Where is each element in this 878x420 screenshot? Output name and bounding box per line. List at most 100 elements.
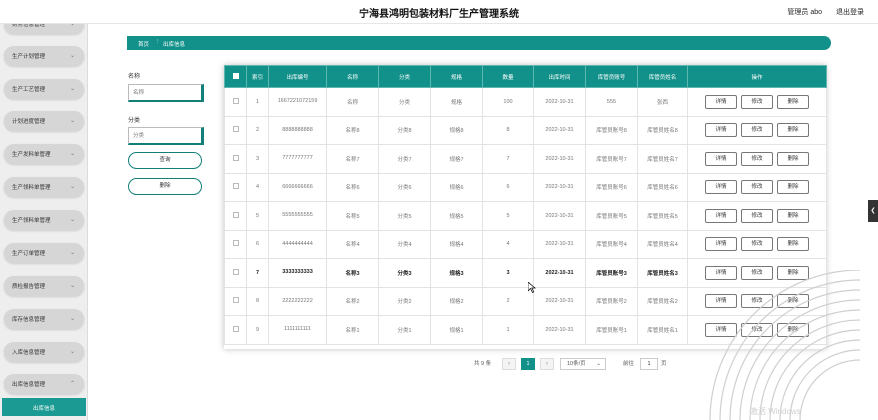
edit-button[interactable]: 修改 <box>741 208 773 223</box>
edit-button[interactable]: 修改 <box>741 237 773 252</box>
detail-button[interactable]: 详情 <box>705 94 737 109</box>
row-checkbox[interactable] <box>232 183 239 190</box>
chevron-up-icon: ⌃ <box>69 381 75 387</box>
row-checkbox[interactable] <box>232 325 239 332</box>
row-select-cell[interactable] <box>224 87 247 117</box>
column-header: 索引 <box>246 65 269 88</box>
goto-suffix: 页 <box>661 361 667 367</box>
detail-button[interactable]: 详情 <box>705 237 737 252</box>
row-select-cell[interactable] <box>224 229 247 259</box>
detail-button[interactable]: 详情 <box>705 180 737 195</box>
sidebar-item[interactable]: 生产工艺管理 ⌄ <box>4 79 84 99</box>
column-header: 库管员姓名 <box>637 65 688 88</box>
row-select-cell[interactable] <box>224 201 247 231</box>
delete-button[interactable]: 删除 <box>777 151 809 166</box>
table-cell: 2022-10-31 <box>533 201 586 231</box>
sidebar-subitem-outbound-info[interactable]: 出库信息 <box>2 398 86 416</box>
table-cell: 1 <box>482 315 534 345</box>
table-cell: 库管员账号6 <box>585 172 638 202</box>
column-header: 规格 <box>430 65 483 88</box>
table-cell: 分类5 <box>378 201 431 231</box>
pagination-next-button[interactable]: › <box>540 358 554 370</box>
table-cell: 2022-10-31 <box>533 172 586 202</box>
table-cell: 1 <box>246 87 269 117</box>
sidebar-item[interactable]: 生产领料单管理 ⌄ <box>4 177 84 197</box>
table-cell: 1667221072159 <box>268 87 327 117</box>
table-cell: 5555555555 <box>268 201 327 231</box>
sidebar: 出库信息管理 ⌃ 入库信息管理 ⌄ 库存信息管理 ⌄ 质检报告管理 ⌄ 生产订单管理 ⌄ 生产领料单… <box>0 24 88 420</box>
side-panel-toggle-icon[interactable]: ❮ <box>868 200 878 222</box>
delete-button[interactable]: 删除 <box>777 123 809 138</box>
row-select-cell[interactable] <box>224 115 247 145</box>
pagination-total: 共 9 条 <box>474 361 492 367</box>
breadcrumb-home[interactable]: 首页 <box>138 40 149 48</box>
table-cell: 2022-10-31 <box>533 87 586 117</box>
user-label: 管理员 abo <box>787 9 822 16</box>
sidebar-item[interactable]: 生产订单管理 ⌄ <box>4 243 84 263</box>
row-checkbox[interactable] <box>232 297 239 304</box>
type-filter-input[interactable] <box>128 127 204 145</box>
table-cell: 7777777777 <box>268 144 327 174</box>
mouse-cursor-icon <box>528 282 536 293</box>
table-row: 2 8888888888 名称8 分类8 规格8 8 2022-10-31 库管员账号8 库管员… <box>224 115 827 145</box>
edit-button[interactable]: 修改 <box>741 151 773 166</box>
column-header: 数量 <box>482 65 534 88</box>
chevron-down-icon: ⌄ <box>69 316 75 322</box>
delete-button[interactable]: 删除 <box>777 208 809 223</box>
query-button[interactable]: 查询 <box>128 152 202 169</box>
row-select-cell[interactable] <box>224 172 247 202</box>
sidebar-item[interactable]: 生产发料单管理 ⌄ <box>4 144 84 164</box>
sidebar-item-label: 生产工艺管理 <box>12 87 46 93</box>
select-all-cell[interactable] <box>224 65 247 88</box>
table-cell: 名称6 <box>326 172 379 202</box>
row-select-cell[interactable] <box>224 144 247 174</box>
detail-button[interactable]: 详情 <box>705 208 737 223</box>
batch-delete-button[interactable]: 删除 <box>128 178 202 195</box>
sidebar-item[interactable]: 计划进度管理 ⌄ <box>4 111 84 131</box>
edit-button[interactable]: 修改 <box>741 180 773 195</box>
table-cell: 库管员姓名5 <box>637 201 688 231</box>
table-cell: 库管员账号5 <box>585 201 638 231</box>
logout-link[interactable]: 退出登录 <box>836 7 864 17</box>
row-checkbox[interactable] <box>232 126 239 133</box>
sidebar-item[interactable]: 库存信息管理 ⌄ <box>4 309 84 329</box>
table-cell: 名称5 <box>326 201 379 231</box>
row-select-cell[interactable] <box>224 286 247 316</box>
row-checkbox[interactable] <box>232 240 239 247</box>
goto-page-input[interactable]: 1 <box>640 358 658 370</box>
sidebar-item[interactable]: 出库信息管理 ⌃ <box>4 374 84 394</box>
row-select-cell[interactable] <box>224 258 247 288</box>
pagination-page-1[interactable]: 1 <box>521 358 535 370</box>
table-cell: 555 <box>585 87 638 117</box>
table-cell: 分类7 <box>378 144 431 174</box>
sidebar-item[interactable]: 生产计划管理 ⌄ <box>4 46 84 66</box>
delete-button[interactable]: 删除 <box>777 237 809 252</box>
row-checkbox[interactable] <box>232 211 239 218</box>
select-all-checkbox[interactable] <box>232 72 239 79</box>
detail-button[interactable]: 详情 <box>705 123 737 138</box>
row-select-cell[interactable] <box>224 315 247 345</box>
table-cell: 8888888888 <box>268 115 327 145</box>
row-checkbox[interactable] <box>232 97 239 104</box>
detail-button[interactable]: 详情 <box>705 151 737 166</box>
page-size-select[interactable]: 10条/页 ⌄ <box>560 358 606 370</box>
table-cell: 5 <box>246 201 269 231</box>
sidebar-item[interactable]: 财务信息管理 ⌄ <box>4 24 84 34</box>
table-header-row: 索引 出库编号 名称 分类 规格 数量 出库时间 库管员账号 库管员姓名 操作 <box>224 65 827 88</box>
row-checkbox[interactable] <box>232 268 239 275</box>
table-cell: 库管员账号3 <box>585 258 638 288</box>
name-filter-input[interactable] <box>128 84 204 102</box>
pagination-prev-button[interactable]: ‹ <box>502 358 516 370</box>
sidebar-item[interactable]: 生产领料单管理 ⌄ <box>4 210 84 230</box>
delete-button[interactable]: 删除 <box>777 180 809 195</box>
row-checkbox[interactable] <box>232 154 239 161</box>
sidebar-item-label: 库存信息管理 <box>12 317 46 323</box>
table-cell: 库管员账号1 <box>585 315 638 345</box>
delete-button[interactable]: 删除 <box>777 94 809 109</box>
sidebar-item-label: 计划进度管理 <box>12 119 46 125</box>
edit-button[interactable]: 修改 <box>741 123 773 138</box>
sidebar-item[interactable]: 质检报告管理 ⌄ <box>4 276 84 296</box>
sidebar-item[interactable]: 入库信息管理 ⌄ <box>4 342 84 362</box>
table-cell: 名称7 <box>326 144 379 174</box>
edit-button[interactable]: 修改 <box>741 94 773 109</box>
